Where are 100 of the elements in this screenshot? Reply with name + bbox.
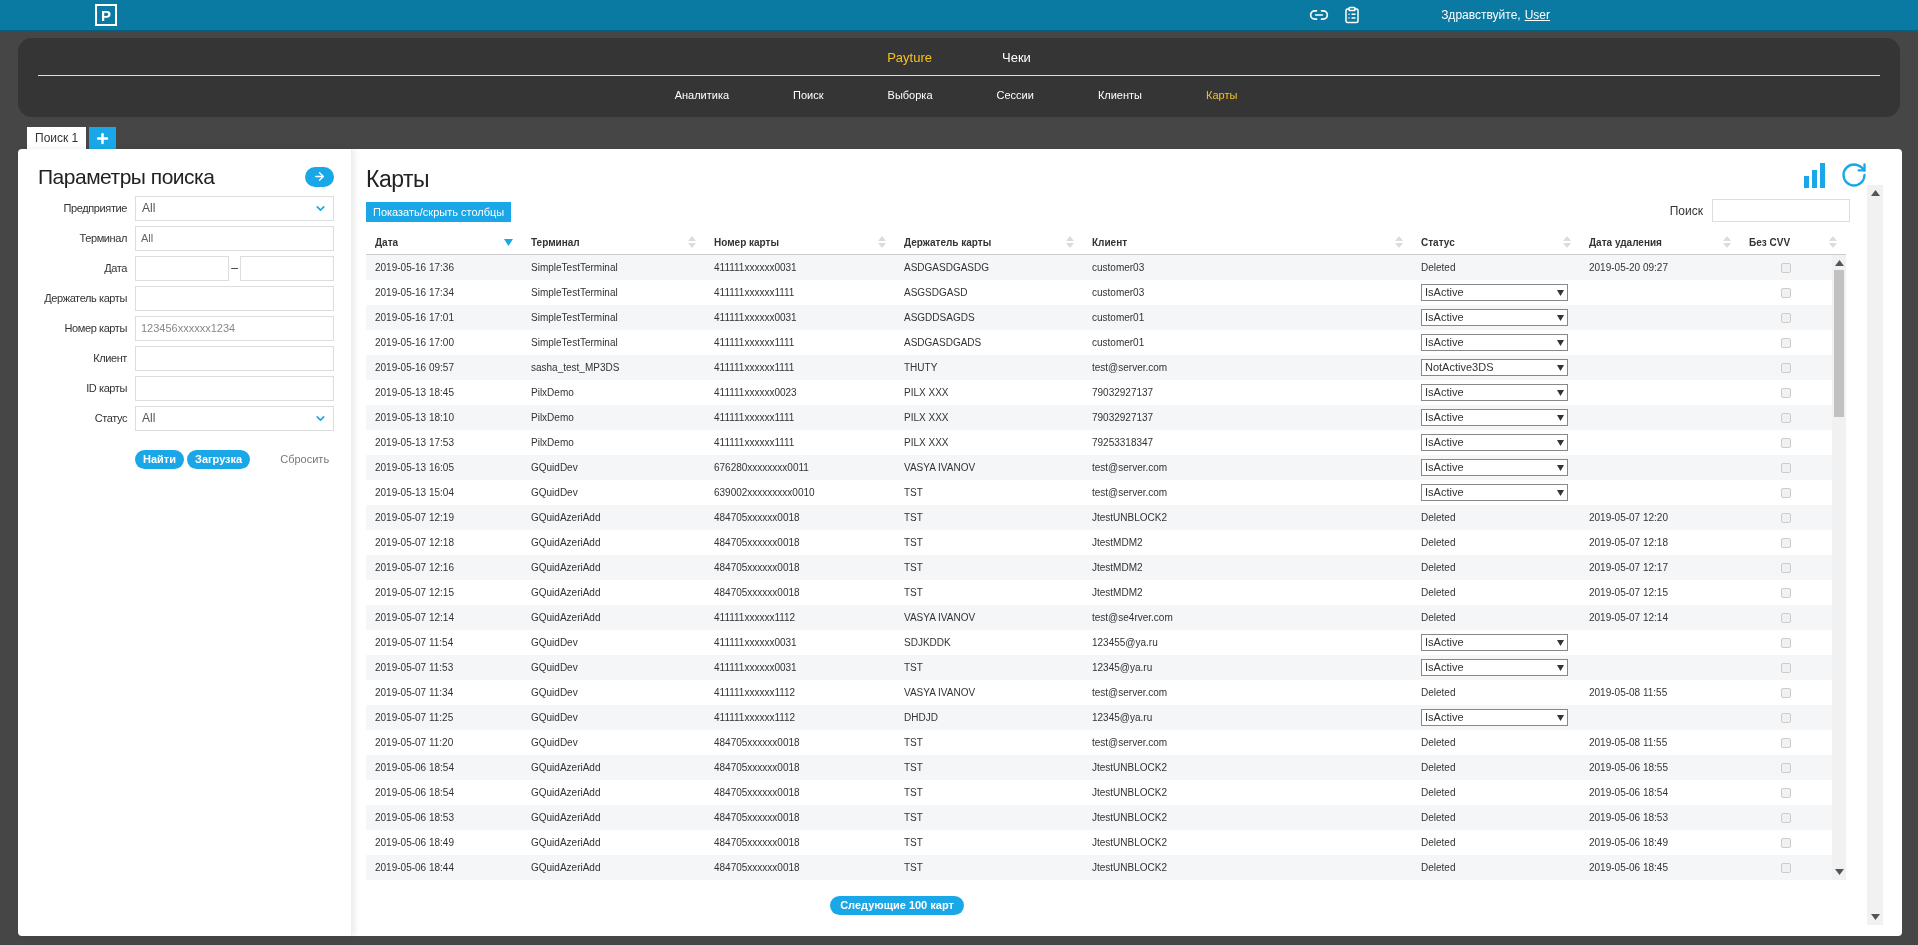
- table-cell: 2019-05-06 18:54: [375, 787, 454, 798]
- table-cell: GQuidAzeriAdd: [531, 837, 601, 848]
- checkbox[interactable]: [1781, 612, 1791, 623]
- checkbox[interactable]: [1781, 637, 1791, 648]
- nav-tab[interactable]: Payture: [887, 48, 932, 68]
- column-header[interactable]: Терминал: [522, 230, 705, 254]
- table-cell: GQuidAzeriAdd: [531, 512, 601, 523]
- status-select[interactable]: IsActive: [1421, 384, 1568, 401]
- select-field[interactable]: All: [135, 405, 334, 431]
- checkbox[interactable]: [1781, 462, 1791, 473]
- checkbox[interactable]: [1781, 687, 1791, 698]
- column-header[interactable]: Дата удаления: [1580, 230, 1740, 254]
- collapse-button[interactable]: [305, 166, 334, 187]
- scroll-up-icon[interactable]: [1834, 260, 1844, 266]
- checkbox[interactable]: [1781, 512, 1791, 523]
- user-link[interactable]: User: [1524, 6, 1550, 24]
- checkbox[interactable]: [1781, 412, 1791, 423]
- search-field[interactable]: [1712, 199, 1850, 222]
- table-cell: test@server.com: [1092, 737, 1168, 748]
- scroll-thumb[interactable]: [1834, 270, 1844, 417]
- input-field[interactable]: [135, 345, 334, 371]
- reset-link[interactable]: Сбросить: [280, 450, 330, 468]
- search-tab[interactable]: Поиск 1: [27, 127, 87, 149]
- logo[interactable]: P: [95, 4, 117, 26]
- input-field[interactable]: 123456xxxxxx1234: [135, 315, 334, 341]
- scroll-down-icon[interactable]: [1870, 914, 1880, 920]
- page-scrollbar[interactable]: [1867, 185, 1883, 925]
- status-select[interactable]: IsActive: [1421, 309, 1568, 326]
- table-cell: 2019-05-13 17:53: [375, 437, 454, 448]
- column-header[interactable]: Без CVV: [1740, 230, 1846, 254]
- table-cell: 2019-05-08 11:55: [1589, 737, 1668, 748]
- table-cell: TST: [904, 862, 923, 873]
- status-select[interactable]: IsActive: [1421, 459, 1568, 476]
- column-header[interactable]: Клиент: [1083, 230, 1412, 254]
- bar-chart-icon[interactable]: [1804, 162, 1826, 188]
- checkbox[interactable]: [1781, 737, 1791, 748]
- nav-tab[interactable]: Чеки: [1002, 48, 1031, 68]
- input-field[interactable]: All: [135, 225, 334, 251]
- checkbox[interactable]: [1781, 287, 1791, 298]
- status-select[interactable]: IsActive: [1421, 659, 1568, 676]
- field-label: ID карты: [85, 380, 127, 396]
- table-cell: GQuidAzeriAdd: [531, 787, 601, 798]
- checkbox[interactable]: [1781, 537, 1791, 548]
- table-cell: 2019-05-07 11:54: [375, 637, 454, 648]
- status-select[interactable]: NotActive3DS: [1421, 359, 1568, 376]
- table-cell: 123455@ya.ru: [1092, 637, 1158, 648]
- date-from-field[interactable]: [135, 255, 229, 281]
- nav-link[interactable]: Аналитика: [674, 87, 730, 104]
- input-field[interactable]: [135, 375, 334, 401]
- nav-link[interactable]: Карты: [1206, 87, 1238, 104]
- column-header[interactable]: Дата: [366, 230, 522, 254]
- add-tab-button[interactable]: [89, 127, 117, 149]
- status-select[interactable]: IsActive: [1421, 709, 1568, 726]
- input-field[interactable]: [135, 285, 334, 311]
- column-header[interactable]: Держатель карты: [895, 230, 1083, 254]
- checkbox[interactable]: [1781, 262, 1791, 273]
- select-field[interactable]: All: [135, 195, 334, 221]
- checkbox[interactable]: [1781, 437, 1791, 448]
- checkbox[interactable]: [1781, 562, 1791, 573]
- clipboard-icon[interactable]: [1343, 6, 1362, 24]
- checkbox[interactable]: [1781, 837, 1791, 848]
- column-header[interactable]: Номер карты: [705, 230, 895, 254]
- checkbox[interactable]: [1781, 387, 1791, 398]
- date-to-field[interactable]: [240, 255, 334, 281]
- table-scrollbar[interactable]: [1832, 255, 1846, 880]
- nav-link[interactable]: Клиенты: [1097, 87, 1142, 104]
- nav-link[interactable]: Выборка: [887, 87, 933, 104]
- table-cell: GQuidDev: [531, 637, 578, 648]
- status-select[interactable]: IsActive: [1421, 409, 1568, 426]
- status-select[interactable]: IsActive: [1421, 434, 1568, 451]
- table-cell: Deleted: [1421, 687, 1456, 698]
- scroll-down-icon[interactable]: [1834, 869, 1844, 875]
- checkbox[interactable]: [1781, 487, 1791, 498]
- checkbox[interactable]: [1781, 337, 1791, 348]
- column-header[interactable]: Статус: [1412, 230, 1580, 254]
- nav-link[interactable]: Поиск: [793, 87, 824, 104]
- table-cell: GQuidDev: [531, 712, 578, 723]
- checkbox[interactable]: [1781, 712, 1791, 723]
- table-cell: SimpleTestTerminal: [531, 262, 618, 273]
- table-cell: GQuidAzeriAdd: [531, 562, 601, 573]
- status-select[interactable]: IsActive: [1421, 484, 1568, 501]
- table-cell: 484705xxxxxx0018: [714, 737, 800, 748]
- checkbox[interactable]: [1781, 362, 1791, 373]
- status-select[interactable]: IsActive: [1421, 634, 1568, 651]
- table-cell: ASGDDSAGDS: [904, 312, 975, 323]
- table-cell: 2019-05-16 17:34: [375, 287, 454, 298]
- checkbox[interactable]: [1781, 587, 1791, 598]
- checkbox[interactable]: [1781, 812, 1791, 823]
- checkbox[interactable]: [1781, 787, 1791, 798]
- table-cell: 411111xxxxxx0031: [714, 262, 797, 273]
- checkbox[interactable]: [1781, 662, 1791, 673]
- table-cell: GQuidDev: [531, 737, 578, 748]
- checkbox[interactable]: [1781, 862, 1791, 873]
- checkbox[interactable]: [1781, 762, 1791, 773]
- scroll-up-icon[interactable]: [1870, 190, 1880, 196]
- status-select[interactable]: IsActive: [1421, 334, 1568, 351]
- status-select[interactable]: IsActive: [1421, 284, 1568, 301]
- checkbox[interactable]: [1781, 312, 1791, 323]
- table-cell: 2019-05-07 12:17: [1589, 562, 1668, 573]
- nav-link[interactable]: Сессии: [996, 87, 1034, 104]
